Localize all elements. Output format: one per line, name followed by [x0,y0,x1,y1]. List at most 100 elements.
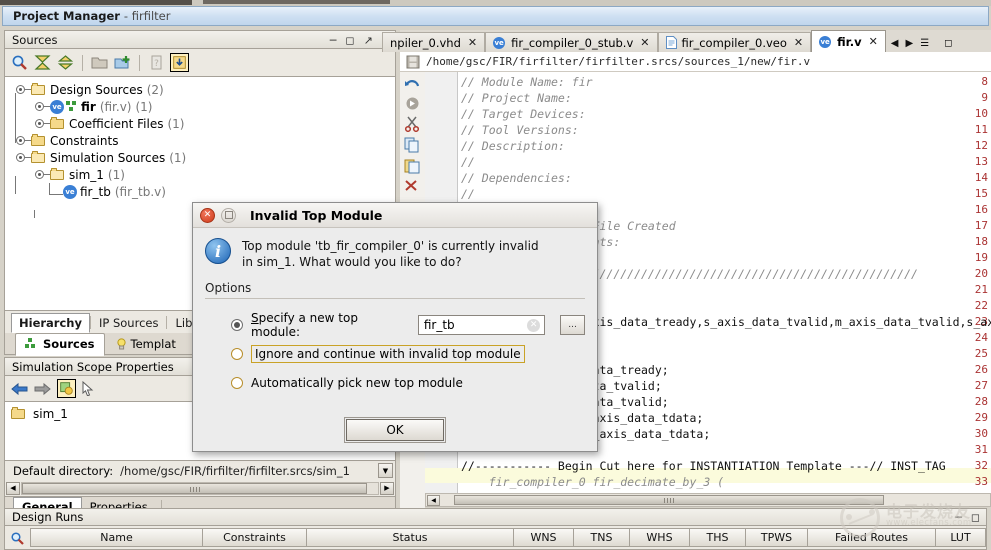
open-folder-icon[interactable] [90,53,109,72]
module-dots-icon [66,101,77,112]
expand-all-icon[interactable] [56,53,75,72]
column-header-status[interactable]: Status [307,528,514,547]
delete-icon[interactable] [404,179,421,193]
tab-ip-sources[interactable]: IP Sources [91,313,166,333]
radio-ignore-and-continue[interactable] [231,348,243,360]
option-specify-new-top-module[interactable]: Specify a new top module: fir_tb ✕ ... [231,310,585,339]
scroll-right-icon[interactable]: ▶ [380,482,394,495]
forward-arrow-icon[interactable] [34,382,51,396]
tree-label: Constraints [50,134,118,148]
option-label: Automatically pick new top module [251,376,463,390]
collapse-all-icon[interactable] [33,53,52,72]
ssp-horizontal-scrollbar[interactable]: ◀ ▶ [4,480,396,496]
tree-line-3 [34,210,35,218]
close-tab-icon[interactable]: ✕ [640,36,649,49]
scroll-track[interactable] [21,482,379,495]
expander-icon[interactable] [16,136,25,145]
watermark-elecfans: 电子发烧友 www.elecfans.com [838,496,988,542]
close-tab-icon[interactable]: ✕ [468,36,477,49]
undo-icon[interactable] [404,76,421,91]
radio-automatically-pick[interactable] [231,377,243,389]
folder-icon [50,118,65,130]
editor-tab-npiler-vhd[interactable]: npiler_0.vhd ✕ [382,32,485,52]
prev-tab-icon[interactable]: ◀ [891,38,899,49]
maximize-icon[interactable]: ◻ [345,35,354,46]
clear-input-icon[interactable]: ✕ [527,319,540,332]
browse-button[interactable]: ... [560,315,585,335]
top-module-input[interactable]: fir_tb ✕ [418,315,545,335]
file-icon[interactable]: ? [147,53,166,72]
editor-tab-fir-compiler-0-stub[interactable]: ve fir_compiler_0_stub.v ✕ [485,32,657,52]
line-number: 29 [975,411,988,424]
back-arrow-icon[interactable] [11,382,28,396]
tree-item-fir-tb[interactable]: ve fir_tb (fir_tb.v) [11,183,395,200]
scroll-left-icon[interactable]: ◀ [6,482,20,495]
option-automatically-pick[interactable]: Automatically pick new top module [231,368,585,397]
editor-tab-fir-v[interactable]: ve fir.v ✕ [811,30,886,52]
code-line: // Description: [461,139,572,153]
tab-sources[interactable]: Sources [15,333,105,356]
tree-item-simulation-sources[interactable]: Simulation Sources (1) [11,149,395,166]
scroll-thumb[interactable] [22,483,367,494]
save-icon[interactable] [406,55,420,69]
editor-tab-fir-compiler-0-veo[interactable]: fir_compiler_0.veo ✕ [658,32,812,52]
column-header-wns[interactable]: WNS [514,528,574,547]
tab-templates[interactable]: Templat [107,334,185,355]
expander-icon[interactable] [35,102,44,111]
expander-icon[interactable] [35,119,44,128]
maximize-icon[interactable] [221,208,236,223]
folder-open-icon [50,169,65,181]
tree-item-design-sources[interactable]: Design Sources (2) [11,81,395,98]
tree-item-constraints[interactable]: Constraints [11,132,395,149]
option-ignore-and-continue[interactable]: Ignore and continue with invalid top mod… [231,339,585,368]
option-label: Specify a new top module: [251,311,410,339]
copy-icon[interactable] [404,137,421,153]
tab-hierarchy[interactable]: Hierarchy [11,313,90,333]
next-tab-icon[interactable]: ▶ [905,38,913,49]
column-header-name[interactable]: Name [30,528,203,547]
column-header-ths[interactable]: THS [690,528,746,547]
add-sources-icon[interactable] [113,53,132,72]
column-header-constraints[interactable]: Constraints [203,528,307,547]
paste-icon[interactable] [404,158,421,174]
minimize-icon[interactable]: ─ [330,35,337,46]
tree-file: (fir_tb.v) [115,185,166,199]
chevron-down-icon[interactable]: ▼ [378,463,393,478]
close-tab-icon[interactable]: ✕ [794,36,803,49]
search-icon[interactable] [5,526,30,550]
scroll-thumb[interactable] [454,495,884,505]
tree-label: Simulation Sources [50,151,165,165]
column-header-whs[interactable]: WHS [630,528,690,547]
select-pointer-icon[interactable] [82,381,94,396]
expander-icon[interactable] [16,153,25,162]
option-label-rest: pecify a new top module: [251,311,358,339]
ok-button[interactable]: OK [346,419,444,441]
ssp-item-label: sim_1 [33,407,68,421]
column-header-tpws[interactable]: TPWS [746,528,808,547]
line-number: 15 [975,187,988,200]
scroll-left-icon[interactable]: ◀ [427,495,440,506]
radio-specify-new-top-module[interactable] [231,319,243,331]
line-number: 20 [975,267,988,280]
cut-icon[interactable] [404,116,421,132]
properties-icon[interactable] [57,379,76,398]
column-header-tns[interactable]: TNS [574,528,630,547]
tree-label: sim_1 [69,168,104,182]
tree-item-sim1[interactable]: sim_1 (1) [11,166,395,183]
float-icon[interactable]: ↗ [364,35,373,46]
redo-icon[interactable] [404,96,421,111]
tree-item-fir[interactable]: ve fir (fir.v) (1) [11,98,395,115]
close-icon[interactable]: ✕ [200,208,215,223]
expander-icon[interactable] [16,85,25,94]
close-tab-icon[interactable]: ✕ [869,35,878,48]
expander-icon[interactable] [35,170,44,179]
line-number: 16 [975,203,988,216]
search-icon[interactable] [10,53,29,72]
maximize-editor-icon[interactable]: ◻ [944,38,952,49]
text-file-icon [666,37,678,49]
hierarchy-update-icon[interactable] [170,53,189,72]
tree-item-coefficient-files[interactable]: Coefficient Files (1) [11,115,395,132]
tab-list-icon[interactable]: ☰ [920,38,929,49]
tree-label: Coefficient Files [69,117,163,131]
sources-panel-title: Sources [5,33,58,47]
